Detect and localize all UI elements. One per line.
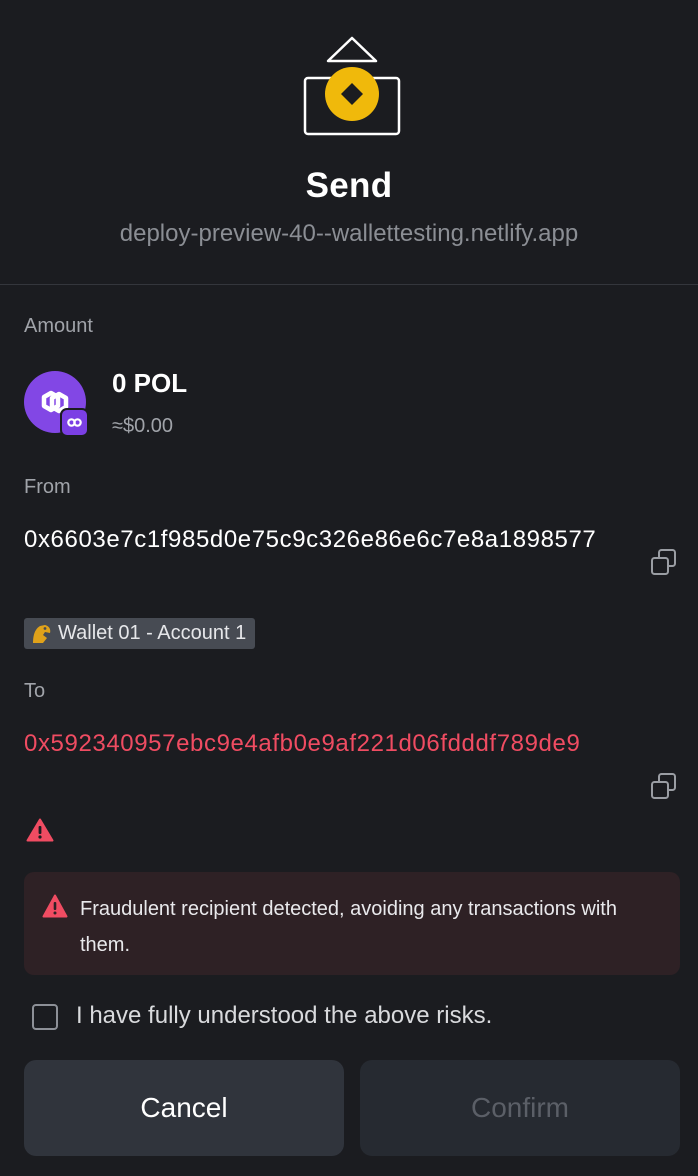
amount-fiat: ≈$0.00 <box>112 415 174 437</box>
warning-triangle-icon <box>42 894 68 918</box>
fraud-alert-message: Fraudulent recipient detected, avoiding … <box>80 898 617 956</box>
amount-value: 0 POL <box>112 368 188 398</box>
fraud-alert: Fraudulent recipient detected, avoiding … <box>24 872 680 975</box>
risk-ack-checkbox[interactable] <box>32 1004 58 1030</box>
send-coin-icon <box>303 36 401 136</box>
to-label: To <box>24 680 46 702</box>
wallet-avatar-icon <box>33 624 51 643</box>
risk-ack-label[interactable]: I have fully understood the above risks. <box>76 1002 492 1030</box>
from-address: 0x6603e7c1f985d0e75c9c326e86e6c7e8a18985… <box>24 526 597 553</box>
copy-to-address-icon[interactable] <box>650 772 678 800</box>
amount-label: Amount <box>24 315 93 337</box>
wallet-badge-label: Wallet 01 - Account 1 <box>58 622 247 644</box>
dapp-origin: deploy-preview-40--wallettesting.netlify… <box>119 220 579 247</box>
wallet-badge: Wallet 01 - Account 1 <box>24 618 256 649</box>
confirm-button[interactable]: Confirm <box>360 1060 680 1156</box>
to-address: 0x592340957ebc9e4afb0e9af221d06fdddf789d… <box>24 730 581 757</box>
recipient-warning-icon <box>26 818 54 842</box>
dialog-header: Send deploy-preview-40--wallettesting.ne… <box>0 0 698 285</box>
from-label: From <box>24 476 71 498</box>
page-title: Send <box>305 166 393 205</box>
polygon-token-icon <box>24 371 89 437</box>
cancel-button[interactable]: Cancel <box>24 1060 344 1156</box>
copy-from-address-icon[interactable] <box>650 548 678 576</box>
